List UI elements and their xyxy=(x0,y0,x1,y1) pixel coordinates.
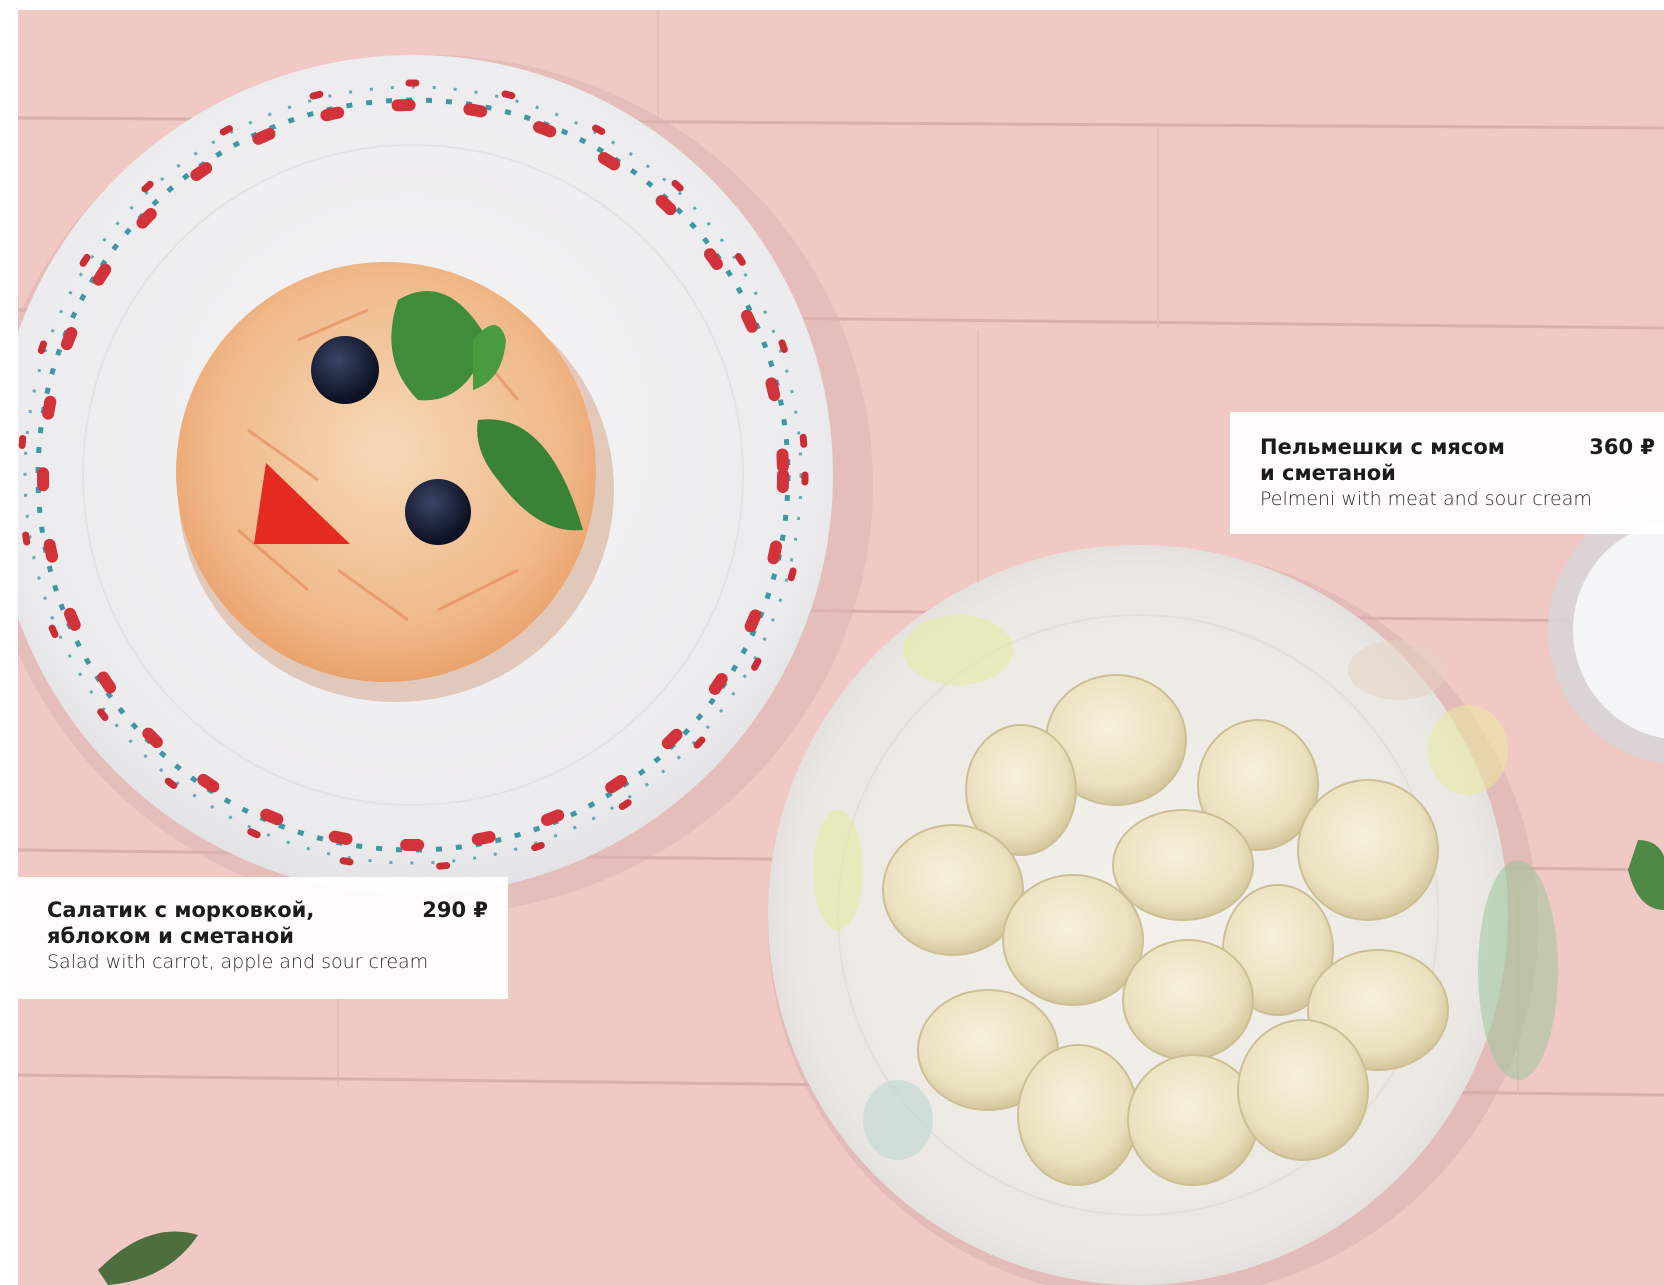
dish-name-line1: Пельмешки с мясом xyxy=(1260,435,1505,459)
dish-name-line1: Салатик с морковкой, xyxy=(47,898,315,922)
food-photo xyxy=(18,10,1664,1285)
dish-name-ru: Салатик с морковкой, яблоком и сметаной xyxy=(47,897,314,949)
dish-name-en: Pelmeni with meat and sour cream xyxy=(1260,488,1592,510)
menu-card-salad: Салатик с морковкой, яблоком и сметаной … xyxy=(18,877,508,999)
dish-name-en: Salad with carrot, apple and sour cream xyxy=(47,951,429,973)
dish-price: 360 ₽ xyxy=(1589,435,1655,459)
dish-name-ru: Пельмешки с мясом и сметаной xyxy=(1260,434,1505,486)
dish-name-line2: и сметаной xyxy=(1260,461,1396,485)
menu-card-pelmeni: Пельмешки с мясом и сметаной 360 ₽ Pelme… xyxy=(1230,412,1664,534)
food-photo-illustration xyxy=(18,10,1664,1285)
dish-name-line2: яблоком и сметаной xyxy=(47,924,294,948)
dish-price: 290 ₽ xyxy=(422,898,488,922)
